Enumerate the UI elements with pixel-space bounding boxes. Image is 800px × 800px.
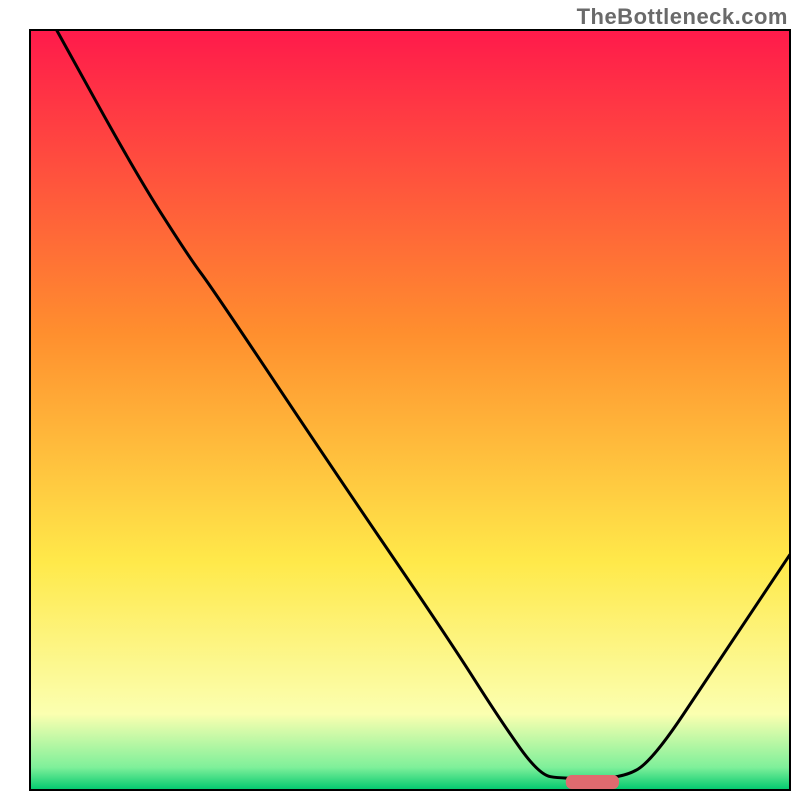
optimal-marker (566, 775, 619, 789)
chart-svg (0, 0, 800, 800)
plot-area (30, 30, 790, 790)
bottleneck-chart: TheBottleneck.com (0, 0, 800, 800)
attribution-label: TheBottleneck.com (577, 4, 788, 30)
gradient-background (30, 30, 790, 790)
